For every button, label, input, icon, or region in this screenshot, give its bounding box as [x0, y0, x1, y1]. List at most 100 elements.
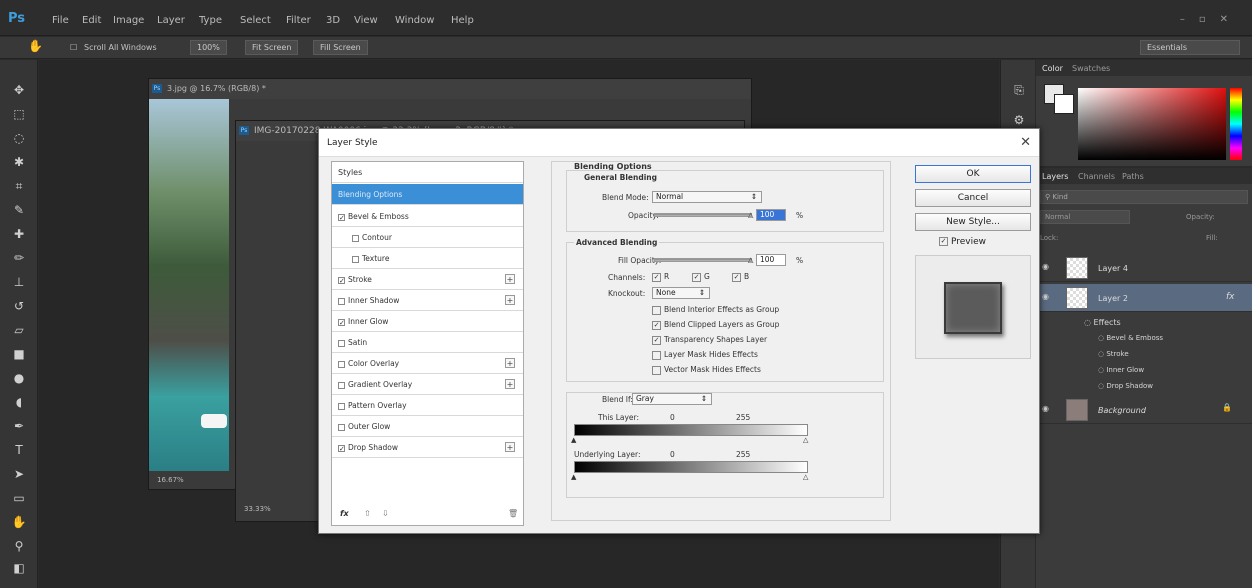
blend-interior-checkbox[interactable]: Blend Interior Effects as Group: [652, 305, 779, 315]
new-style-button[interactable]: New Style...: [915, 213, 1031, 231]
zoom-tool-icon[interactable]: ⚲: [11, 538, 27, 554]
blend-clipped-checkbox[interactable]: ✓ Blend Clipped Layers as Group: [652, 320, 779, 330]
vector-mask-checkbox[interactable]: Vector Mask Hides Effects: [652, 365, 761, 375]
document-title-1[interactable]: Ps 3.jpg @ 16.7% (RGB/8) *: [149, 79, 751, 99]
tab-channels[interactable]: Channels: [1078, 172, 1115, 181]
path-select-icon[interactable]: ➤: [11, 466, 27, 482]
menu-help[interactable]: Help: [451, 15, 474, 26]
color-field[interactable]: [1078, 88, 1226, 160]
move-tool-icon[interactable]: ✥: [11, 82, 27, 98]
quick-select-tool-icon[interactable]: ✱: [11, 154, 27, 170]
history-brush-icon[interactable]: ↺: [11, 298, 27, 314]
channel-b-checkbox[interactable]: ✓ B: [732, 272, 749, 282]
layer-mask-checkbox[interactable]: Layer Mask Hides Effects: [652, 350, 758, 360]
menu-edit[interactable]: Edit: [82, 15, 101, 26]
menu-3d[interactable]: 3D: [326, 15, 340, 26]
style-gradient-overlay[interactable]: Gradient Overlay +: [332, 374, 523, 395]
gradient-tool-icon[interactable]: ■: [11, 346, 27, 362]
background-color[interactable]: [1054, 94, 1074, 114]
checkbox[interactable]: ✓: [338, 213, 345, 221]
fill-opacity-input[interactable]: 100: [756, 254, 786, 266]
knockout-select[interactable]: None ⇕: [652, 287, 710, 299]
eraser-tool-icon[interactable]: ▱: [11, 322, 27, 338]
style-bevel-emboss[interactable]: ✓ Bevel & Emboss: [332, 206, 523, 227]
transparency-shapes-checkbox[interactable]: ✓ Transparency Shapes Layer: [652, 335, 767, 345]
tab-color[interactable]: Color: [1042, 64, 1063, 73]
add-icon[interactable]: +: [505, 274, 515, 284]
eyedropper-tool-icon[interactable]: ✎: [11, 202, 27, 218]
checkbox[interactable]: [338, 423, 345, 431]
style-inner-shadow[interactable]: Inner Shadow +: [332, 290, 523, 311]
this-layer-black-handle[interactable]: ▲: [571, 436, 576, 444]
style-inner-glow[interactable]: ✓ Inner Glow: [332, 311, 523, 332]
opacity-slider[interactable]: [654, 213, 752, 217]
workspace-select[interactable]: Essentials: [1140, 40, 1240, 55]
style-color-overlay[interactable]: Color Overlay +: [332, 353, 523, 374]
checkbox[interactable]: ✓: [338, 276, 345, 284]
marquee-tool-icon[interactable]: ⬚: [11, 106, 27, 122]
fx-menu-button[interactable]: fx: [340, 509, 349, 518]
tab-paths[interactable]: Paths: [1122, 172, 1144, 181]
window-controls[interactable]: –▫✕: [1180, 14, 1242, 25]
effect-drop-shadow[interactable]: ◌ Drop Shadow: [1098, 382, 1153, 390]
layer-row-layer2[interactable]: ◉ Layer 2 fx: [1036, 284, 1252, 312]
underlying-black-handle[interactable]: ▲: [571, 473, 576, 481]
type-tool-icon[interactable]: T: [11, 442, 27, 458]
add-icon[interactable]: +: [505, 358, 515, 368]
tab-layers[interactable]: Layers: [1042, 172, 1068, 181]
eye-icon[interactable]: ◉: [1042, 404, 1049, 413]
properties-panel-icon[interactable]: ⚙: [1011, 112, 1027, 128]
eye-icon[interactable]: ◉: [1042, 292, 1049, 301]
history-panel-icon[interactable]: ⎘: [1011, 82, 1027, 98]
trash-icon[interactable]: 🗑: [508, 509, 518, 518]
layer-row-background[interactable]: ◉ Background 🔒: [1036, 396, 1252, 424]
checkbox[interactable]: [338, 297, 345, 305]
checkbox[interactable]: [338, 402, 345, 410]
ok-button[interactable]: OK: [915, 165, 1031, 183]
fill-screen-button[interactable]: Fill Screen: [313, 40, 368, 55]
layer-blend-select[interactable]: Normal: [1040, 210, 1130, 224]
blend-mode-select[interactable]: Normal ⇕: [652, 191, 762, 203]
preview-checkbox[interactable]: ✓ Preview: [939, 237, 986, 247]
lasso-tool-icon[interactable]: ◌: [11, 130, 27, 146]
hand-tool-icon[interactable]: ✋: [11, 514, 27, 530]
style-texture[interactable]: Texture: [332, 248, 523, 269]
menu-file[interactable]: File: [52, 15, 69, 26]
style-blending-options[interactable]: Blending Options: [332, 184, 523, 205]
fill-opacity-slider[interactable]: [654, 258, 752, 262]
crop-tool-icon[interactable]: ⌗: [11, 178, 27, 194]
add-icon[interactable]: +: [505, 379, 515, 389]
brush-tool-icon[interactable]: ✏: [11, 250, 27, 266]
blur-tool-icon[interactable]: ●: [11, 370, 27, 386]
move-down-icon[interactable]: ⇩: [382, 509, 389, 518]
menu-type[interactable]: Type: [199, 15, 222, 26]
tab-swatches[interactable]: Swatches: [1072, 64, 1110, 73]
channel-g-checkbox[interactable]: ✓ G: [692, 272, 710, 282]
blend-if-select[interactable]: Gray ⇕: [632, 393, 712, 405]
style-pattern-overlay[interactable]: Pattern Overlay: [332, 395, 523, 416]
effect-inner-glow[interactable]: ◌ Inner Glow: [1098, 366, 1144, 374]
styles-header[interactable]: Styles: [332, 162, 523, 183]
menu-filter[interactable]: Filter: [286, 15, 311, 26]
scroll-all-checkbox[interactable]: ☐: [70, 43, 77, 52]
layer-row-layer4[interactable]: ◉ Layer 4: [1036, 254, 1252, 282]
effect-stroke[interactable]: ◌ Stroke: [1098, 350, 1129, 358]
slider-handle-icon[interactable]: △: [748, 256, 753, 264]
zoom-100-button[interactable]: 100%: [190, 40, 227, 55]
menu-view[interactable]: View: [354, 15, 378, 26]
color-swatch-icon[interactable]: ◧: [11, 560, 27, 576]
style-stroke[interactable]: ✓ Stroke +: [332, 269, 523, 290]
checkbox[interactable]: [338, 339, 345, 347]
menu-layer[interactable]: Layer: [157, 15, 185, 26]
checkbox[interactable]: [352, 234, 359, 242]
pen-tool-icon[interactable]: ✒: [11, 418, 27, 434]
menu-select[interactable]: Select: [240, 15, 271, 26]
underlying-white-handle[interactable]: △: [803, 473, 808, 481]
menu-image[interactable]: Image: [113, 15, 144, 26]
checkbox[interactable]: ✓: [338, 444, 345, 452]
checkbox[interactable]: [338, 381, 345, 389]
checkbox[interactable]: [338, 360, 345, 368]
channel-r-checkbox[interactable]: ✓ R: [652, 272, 669, 282]
stamp-tool-icon[interactable]: ⊥: [11, 274, 27, 290]
style-satin[interactable]: Satin: [332, 332, 523, 353]
